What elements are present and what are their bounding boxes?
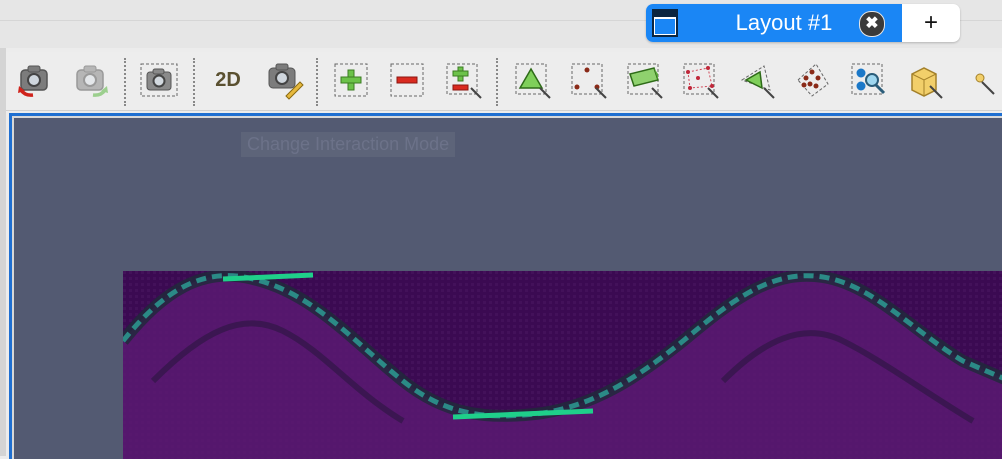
add-tab-button[interactable]: + [902, 4, 960, 42]
adjust-camera-icon[interactable] [264, 60, 304, 100]
tab-label: Layout #1 [735, 10, 833, 35]
select-cells-on-icon[interactable] [512, 60, 552, 100]
render-view-frame: Change Interaction Mode [9, 113, 1002, 459]
zoom-in-icon[interactable] [331, 60, 371, 100]
interactive-select-icon[interactable] [848, 60, 888, 100]
select-points-frustum-icon[interactable] [680, 60, 720, 100]
select-cells-polygon-icon[interactable] [736, 60, 776, 100]
select-points-polygon-icon[interactable] [792, 60, 832, 100]
tab-group: Layout #1 ✖ + [646, 4, 960, 42]
close-tab-icon[interactable]: ✖ [859, 11, 885, 37]
tab-layout-1[interactable]: Layout #1 ✖ [646, 4, 902, 42]
capture-screenshot-icon[interactable] [139, 60, 179, 100]
render-view[interactable]: Change Interaction Mode [14, 118, 1002, 459]
tooltip: Change Interaction Mode [241, 132, 456, 157]
hover-points-icon[interactable] [960, 60, 1000, 100]
hover-cells-icon[interactable] [904, 60, 944, 100]
toolbar-separator [193, 58, 195, 106]
window-icon [652, 9, 678, 37]
select-cells-frustum-icon[interactable] [624, 60, 664, 100]
zoom-to-box-icon[interactable] [443, 60, 483, 100]
reset-camera-icon[interactable] [15, 60, 55, 100]
toolbar-separator [316, 58, 318, 106]
camera-selection-toolbar: 2D [6, 52, 1002, 111]
tab-bar: Layout #1 ✖ + [0, 0, 1002, 48]
reset-camera-closest-icon[interactable] [71, 60, 111, 100]
toggle-2d-3d-button[interactable]: 2D [208, 60, 248, 100]
toolbar-separator [124, 58, 126, 106]
toolbar-separator [496, 58, 498, 106]
zoom-out-icon[interactable] [387, 60, 427, 100]
select-points-on-icon[interactable] [568, 60, 608, 100]
heatmap-slice [123, 271, 1002, 459]
